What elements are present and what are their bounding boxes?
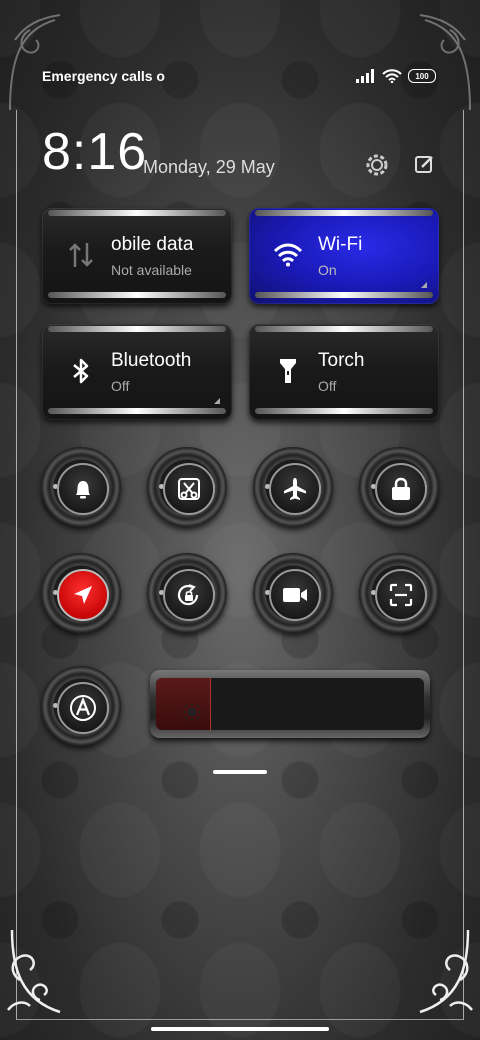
screen-record-icon bbox=[269, 569, 321, 621]
tile-status: Off bbox=[111, 378, 130, 394]
brightness-slider[interactable] bbox=[150, 670, 430, 738]
tile-title: Wi-Fi bbox=[318, 234, 363, 255]
toggle-screenshot[interactable] bbox=[147, 447, 227, 527]
toggle-lock-screen[interactable] bbox=[359, 447, 439, 527]
scanner-icon bbox=[375, 569, 427, 621]
tile-torch[interactable]: Torch Off bbox=[249, 324, 439, 420]
location-icon bbox=[57, 569, 109, 621]
toggle-scanner[interactable] bbox=[359, 553, 439, 633]
toggle-screen-recorder[interactable] bbox=[253, 553, 333, 633]
tile-wifi[interactable]: Wi-Fi On bbox=[249, 208, 439, 304]
home-indicator[interactable] bbox=[151, 1027, 329, 1031]
brightness-track[interactable] bbox=[156, 678, 424, 730]
ornament-corner bbox=[419, 14, 471, 111]
clock[interactable]: 8:16 bbox=[42, 122, 147, 182]
toggle-location[interactable] bbox=[41, 553, 121, 633]
toggle-airplane[interactable] bbox=[253, 447, 333, 527]
tile-expand-corner[interactable] bbox=[214, 398, 220, 404]
tile-status: Off bbox=[318, 378, 337, 394]
bluetooth-icon bbox=[66, 356, 96, 386]
tile-bluetooth[interactable]: Bluetooth Off bbox=[42, 324, 232, 420]
ornament-corner bbox=[7, 929, 61, 1014]
torch-icon bbox=[273, 356, 303, 386]
battery-level: 100 bbox=[415, 71, 429, 81]
wifi-icon bbox=[382, 69, 402, 83]
system-icons: 100 bbox=[356, 69, 436, 83]
ornament-corner bbox=[419, 929, 473, 1014]
toggle-sound[interactable] bbox=[41, 447, 121, 527]
edit-icon[interactable] bbox=[414, 154, 436, 176]
brightness-icon bbox=[183, 703, 201, 721]
airplane-icon bbox=[269, 463, 321, 515]
date[interactable]: Monday, 29 May bbox=[143, 157, 275, 178]
screenshot-icon bbox=[163, 463, 215, 515]
lock-icon bbox=[375, 463, 427, 515]
wifi-icon bbox=[273, 240, 303, 270]
header: 8:16 Monday, 29 May bbox=[42, 122, 436, 182]
rotation-lock-icon bbox=[163, 569, 215, 621]
bell-icon bbox=[57, 463, 109, 515]
header-actions bbox=[362, 150, 436, 180]
carrier-label: Emergency calls o bbox=[42, 68, 165, 84]
tile-mobile-data[interactable]: obile data Not available bbox=[42, 208, 232, 304]
tile-title: obile data bbox=[111, 234, 194, 255]
mobile-data-icon bbox=[66, 240, 96, 270]
settings-icon[interactable] bbox=[362, 150, 392, 180]
tile-title: Torch bbox=[318, 350, 365, 371]
auto-brightness-icon bbox=[57, 682, 109, 734]
tile-status: On bbox=[318, 262, 337, 278]
tile-title: Bluetooth bbox=[111, 350, 192, 371]
tile-status: Not available bbox=[111, 262, 192, 278]
status-bar: Emergency calls o 100 bbox=[42, 64, 436, 88]
tile-expand-corner[interactable] bbox=[421, 282, 427, 288]
toggle-rotation-lock[interactable] bbox=[147, 553, 227, 633]
panel-drag-handle[interactable] bbox=[213, 770, 267, 774]
ornament-corner bbox=[9, 14, 61, 111]
battery-icon: 100 bbox=[408, 69, 436, 83]
signal-icon bbox=[356, 69, 374, 83]
toggle-auto-brightness[interactable] bbox=[41, 666, 121, 746]
